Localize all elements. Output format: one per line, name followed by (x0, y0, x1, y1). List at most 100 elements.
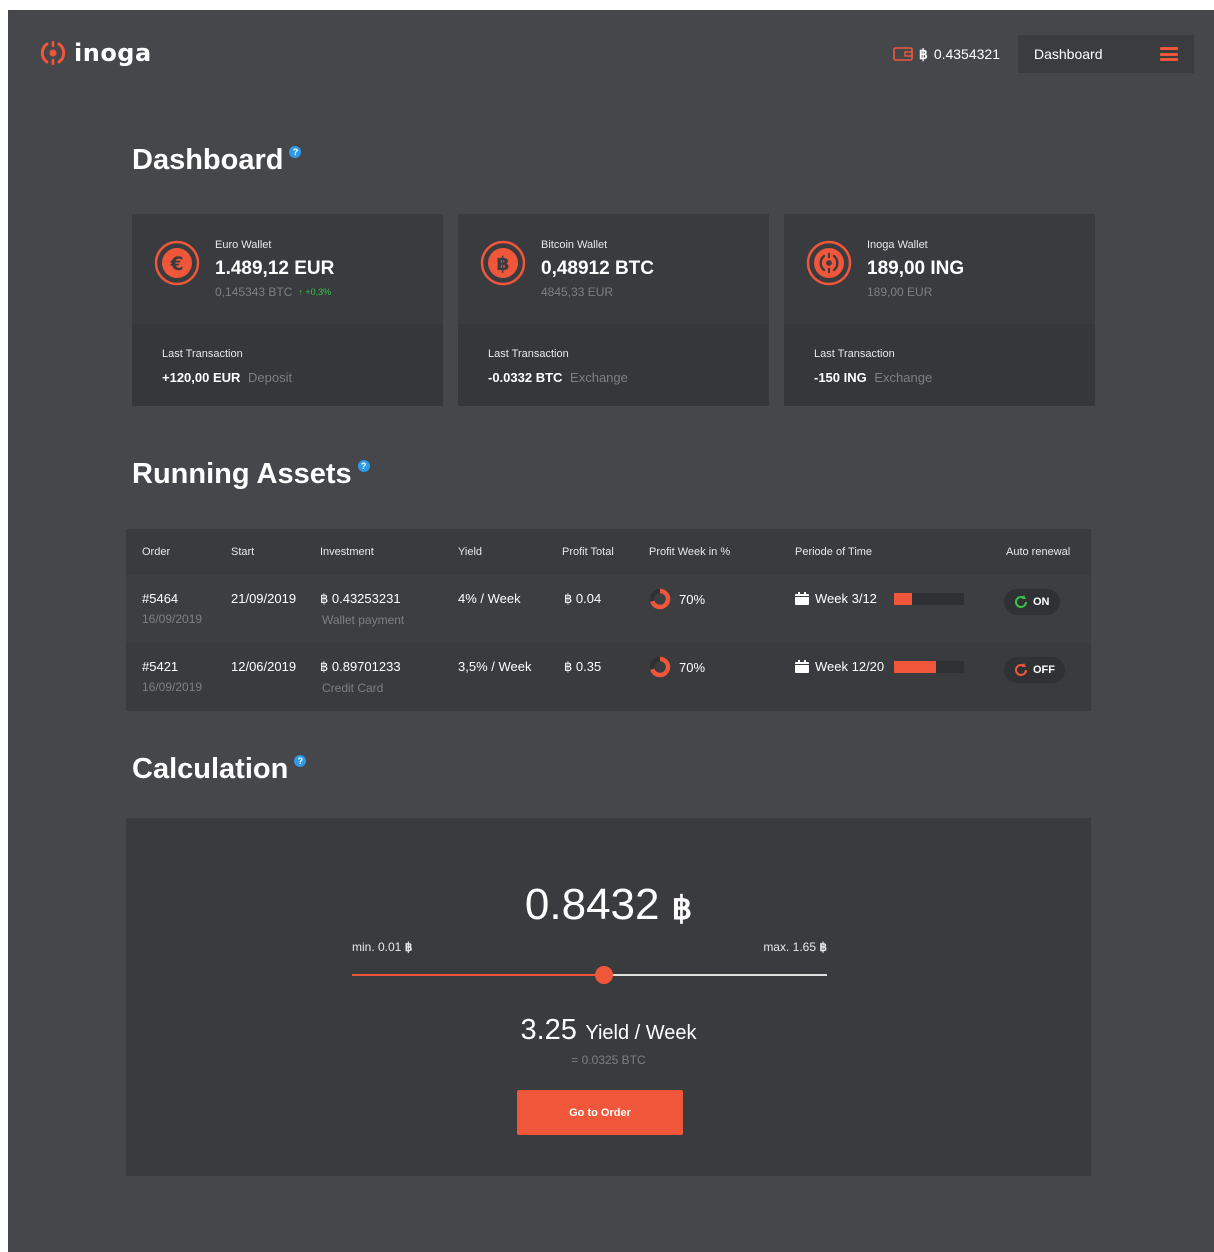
wallet-cards: € Euro Wallet 1.489,12 EUR 0,145343 BTC … (132, 214, 1095, 406)
logo[interactable]: inoga (38, 38, 152, 68)
calendar-icon (795, 592, 809, 605)
calc-amount: 0.8432 ฿ (126, 880, 1091, 930)
header-balance-value: 0.4354321 (933, 46, 1000, 62)
column-header-profit-total[interactable]: Profit Total (562, 546, 614, 558)
period-progress-fill (894, 593, 912, 605)
last-transaction-type: Exchange (570, 370, 628, 385)
last-transaction-label: Last Transaction (162, 348, 243, 360)
period-label: Week 3/12 (815, 591, 877, 606)
yield-value: 3,5% / Week (458, 659, 532, 674)
last-transaction-type: Exchange (874, 370, 933, 385)
auto-renewal-state: OFF (1033, 664, 1055, 676)
calculation-panel: 0.8432 ฿ min. 0.01 ฿ max. 1.65 ฿ 3.25 Yi… (126, 818, 1091, 1176)
wallet-name: Euro Wallet (215, 239, 272, 251)
investment-amount: ฿ 0.43253231 (320, 591, 401, 606)
profit-total: ฿ 0.04 (564, 591, 602, 606)
wallet-amount: 0,48912 BTC (541, 258, 655, 279)
wallet-sub-value: 189,00 EUR (867, 285, 933, 299)
period-progress-bar (894, 661, 964, 673)
euro-icon: € (154, 240, 200, 286)
yield-per-week-value: 3.25 (520, 1014, 577, 1046)
wallet-sub-value: 0,145343 BTC (215, 285, 293, 299)
amount-slider-fill (352, 974, 604, 976)
period-progress-bar (894, 593, 964, 605)
column-header-investment[interactable]: Investment (320, 546, 374, 558)
column-header-auto-renewal[interactable]: Auto renewal (1006, 546, 1070, 558)
header-right: ฿ 0.4354321 Dashboard (893, 35, 1194, 73)
inoga-coin-icon (806, 240, 852, 286)
column-header-yield[interactable]: Yield (458, 546, 482, 558)
last-transaction-type: Deposit (248, 370, 293, 385)
order-number: #5464 (142, 591, 179, 606)
last-transaction-label: Last Transaction (814, 348, 895, 360)
investment-method: Credit Card (322, 681, 384, 695)
amount-slider[interactable] (352, 966, 827, 984)
profit-week-percent: 70% (679, 659, 706, 675)
wallet-change: ↑ +0,3% (298, 287, 332, 297)
order-date: 16/09/2019 (142, 680, 203, 694)
start-date: 12/06/2019 (231, 659, 297, 674)
amount-slider-thumb[interactable] (594, 966, 613, 984)
bitcoin-symbol: ฿ (404, 940, 413, 954)
slider-max-label: max. 1.65 ฿ (763, 940, 827, 954)
calculation-title: Calculation ? (132, 753, 307, 786)
bitcoin-icon: ฿ (480, 240, 526, 286)
refresh-icon (1015, 595, 1027, 608)
dashboard-menu-label: Dashboard (1034, 46, 1103, 62)
last-transaction-amount: -0.0332 BTC (488, 370, 563, 385)
dashboard-title: Dashboard ? (132, 144, 302, 177)
refresh-icon (1015, 663, 1027, 676)
investment-amount: ฿ 0.89701233 (320, 659, 401, 674)
yield-per-week-label: Yield / Week (585, 1022, 697, 1044)
column-header-period[interactable]: Periode of Time (795, 546, 872, 558)
period-progress-fill (894, 661, 936, 673)
wallet-icon (893, 47, 913, 61)
yield-per-week: 3.25 Yield / Week (126, 1014, 1091, 1047)
logo-text: inoga (74, 39, 152, 67)
svg-text:€: € (169, 253, 183, 275)
app-frame: inoga ฿ 0.4354321 Dashboard Dashboard ? (8, 10, 1214, 1252)
table-row[interactable]: #5421 16/09/2019 12/06/2019 ฿ 0.89701233… (126, 643, 1091, 711)
order-date: 16/09/2019 (142, 612, 203, 626)
wallet-card-inoga[interactable]: Inoga Wallet 189,00 ING 189,00 EUR Last … (784, 214, 1095, 406)
column-header-start[interactable]: Start (231, 546, 254, 558)
help-icon[interactable]: ? (357, 460, 370, 472)
help-icon[interactable]: ? (289, 146, 302, 158)
profit-week-percent: 70% (679, 591, 706, 607)
yield-btc-equivalent: = 0.0325 BTC (571, 1053, 646, 1067)
investment-method: Wallet payment (322, 613, 405, 627)
help-icon[interactable]: ? (294, 755, 307, 767)
wallet-amount: 189,00 ING (867, 258, 965, 279)
table-header: Order Start Investment Yield Profit Tota… (126, 529, 1091, 575)
calc-amount-value: 0.8432 (524, 880, 660, 929)
donut-progress-icon (649, 588, 671, 610)
auto-renewal-state: ON (1033, 596, 1050, 608)
last-transaction-amount: -150 ING (814, 370, 867, 385)
hamburger-icon[interactable] (1160, 47, 1178, 61)
bitcoin-symbol: ฿ (918, 45, 928, 62)
dashboard-menu-button[interactable]: Dashboard (1018, 35, 1194, 73)
table-row[interactable]: #5464 16/09/2019 21/09/2019 ฿ 0.43253231… (126, 575, 1091, 643)
inoga-logo-icon (40, 41, 66, 65)
wallet-amount: 1.489,12 EUR (215, 258, 335, 279)
profit-total: ฿ 0.35 (564, 659, 602, 674)
slider-min-label: min. 0.01 ฿ (352, 940, 413, 954)
wallet-name: Bitcoin Wallet (541, 239, 608, 251)
last-transaction-amount: +120,00 EUR (162, 370, 241, 385)
bitcoin-symbol: ฿ (819, 940, 827, 954)
donut-progress-icon (649, 656, 671, 678)
order-number: #5421 (142, 659, 179, 674)
go-to-order-button[interactable]: Go to Order (517, 1090, 683, 1135)
running-assets-table: Order Start Investment Yield Profit Tota… (126, 529, 1091, 711)
column-header-order[interactable]: Order (142, 546, 170, 558)
wallet-card-euro[interactable]: € Euro Wallet 1.489,12 EUR 0,145343 BTC … (132, 214, 443, 406)
auto-renewal-toggle[interactable]: OFF (1004, 657, 1065, 683)
period-label: Week 12/20 (815, 659, 885, 674)
header-wallet-balance[interactable]: ฿ 0.4354321 (893, 46, 1000, 63)
bitcoin-symbol: ฿ (671, 890, 693, 926)
auto-renewal-toggle[interactable]: ON (1004, 589, 1060, 615)
column-header-profit-week[interactable]: Profit Week in % (649, 546, 730, 558)
yield-value: 4% / Week (458, 591, 521, 606)
wallet-card-bitcoin[interactable]: ฿ Bitcoin Wallet 0,48912 BTC 4845,33 EUR… (458, 214, 769, 406)
wallet-sub-value: 4845,33 EUR (541, 285, 614, 299)
